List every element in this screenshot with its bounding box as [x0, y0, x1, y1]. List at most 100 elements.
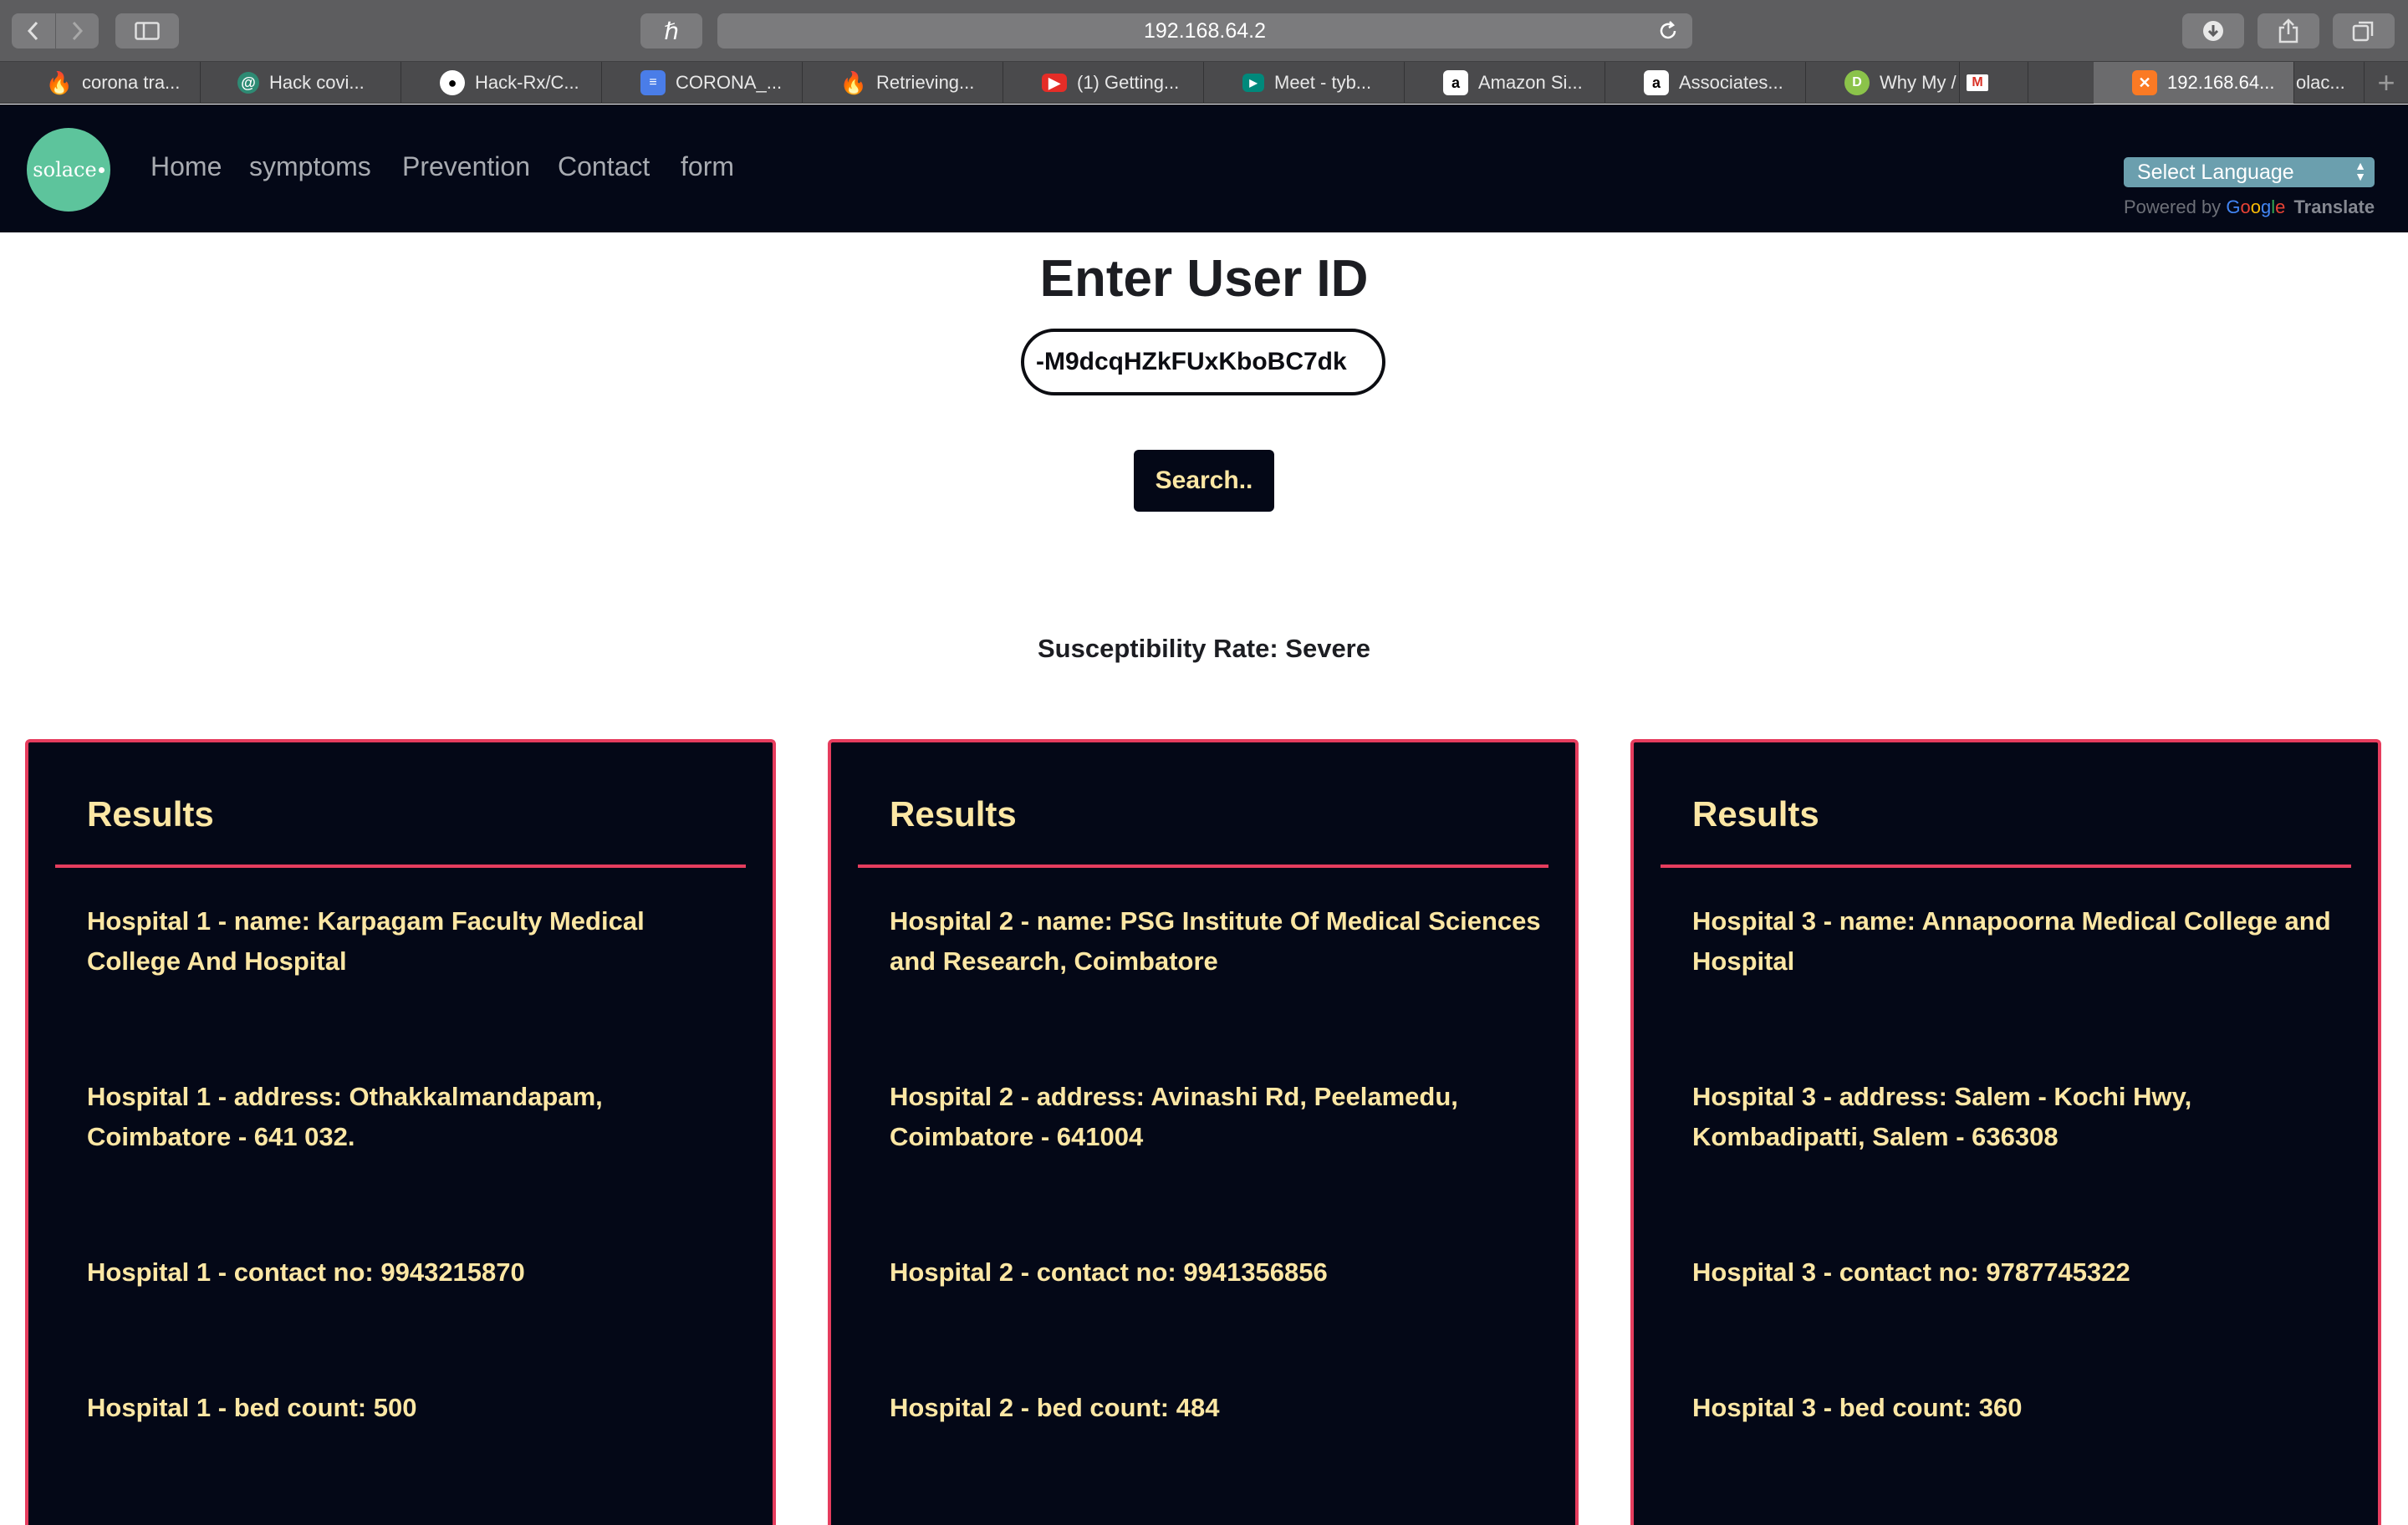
hospital-address: Hospital 3 - address: Salem - Kochi Hwy,… [1692, 1082, 2192, 1151]
new-tab-button[interactable]: + [2365, 62, 2408, 104]
browser-tab[interactable]: D Why My / [1806, 62, 1960, 104]
tab-label: Hack-Rx/C... [475, 72, 579, 93]
tab-label: CORONA_... [676, 72, 783, 93]
browser-tab[interactable]: ▶ Meet - tyb... [1204, 62, 1405, 104]
browser-tab[interactable]: 🔥 corona tra... [30, 62, 201, 104]
result-card: Results Hospital 2 - name: PSG Institute… [828, 739, 1579, 1525]
hospital-contact: Hospital 1 - contact no: 9943215870 [87, 1257, 525, 1287]
card-title: Results [890, 794, 1017, 834]
browser-tab[interactable]: a Amazon Si... [1405, 62, 1605, 104]
tab-overview-button[interactable] [2333, 13, 2395, 48]
address-bar[interactable]: 192.168.64.2 [717, 13, 1692, 48]
nav-link-symptoms[interactable]: symptoms [249, 151, 371, 182]
forward-button[interactable] [54, 13, 99, 48]
browser-tab[interactable]: M [1960, 62, 2028, 104]
firebase-icon: 🔥 [45, 69, 74, 95]
logo-dot [98, 166, 105, 173]
extension-button[interactable]: ℏ [640, 13, 702, 48]
user-id-input[interactable] [1021, 329, 1385, 395]
devpost-icon: @ [237, 72, 259, 94]
chevron-right-icon [73, 21, 84, 41]
card-title: Results [87, 794, 214, 834]
github-icon: ● [440, 70, 465, 95]
hand-icon: ℏ [664, 18, 679, 44]
browser-tab[interactable]: ▶ (1) Getting... [1003, 62, 1204, 104]
d-icon: D [1844, 70, 1870, 95]
browser-tab[interactable]: ● Hack-Rx/C... [401, 62, 602, 104]
tab-label: Meet - tyb... [1274, 72, 1372, 93]
browser-tab[interactable]: 🔥 Retrieving... [803, 62, 1003, 104]
google-logo: Google [2226, 196, 2286, 217]
downloads-button[interactable] [2182, 13, 2244, 48]
search-button[interactable]: Search.. [1134, 450, 1274, 512]
browser-tab-active[interactable]: ✕ 192.168.64... [2094, 62, 2294, 104]
share-icon [2278, 18, 2298, 43]
browser-toolbar: ℏ 192.168.64.2 [0, 0, 2408, 62]
powered-by-google-translate: Powered by Google Translate [2124, 196, 2375, 218]
site-navbar: solace Home symptoms Prevention Contact … [0, 105, 2408, 232]
nav-link-form[interactable]: form [681, 151, 734, 182]
tab-label: (1) Getting... [1077, 72, 1180, 93]
tab-label: Associates... [1679, 72, 1783, 93]
powered-by-text: Powered by [2124, 196, 2222, 217]
hospital-address: Hospital 2 - address: Avinashi Rd, Peela… [890, 1082, 1458, 1151]
sidebar-toggle-button[interactable] [115, 13, 179, 48]
browser-tab[interactable]: ≡ CORONA_... [602, 62, 803, 104]
card-divider [55, 865, 746, 868]
susceptibility-rate: Susceptibility Rate: Severe [1038, 634, 1370, 663]
card-divider [1661, 865, 2351, 868]
sidebar-icon [135, 22, 160, 40]
plus-icon: + [2377, 65, 2395, 99]
tab-label: Why My / [1880, 72, 1956, 93]
tab-label: corona tra... [82, 72, 181, 93]
youtube-icon: ▶ [1042, 74, 1067, 92]
google-docs-icon: ≡ [640, 70, 666, 95]
amazon-icon: a [1644, 70, 1669, 95]
hospital-contact: Hospital 3 - contact no: 9787745322 [1692, 1257, 2130, 1287]
hospital-bed-count: Hospital 1 - bed count: 500 [87, 1393, 417, 1422]
card-title: Results [1692, 794, 1819, 834]
tab-label: 192.168.64... [2167, 72, 2275, 93]
logo-text: solace [33, 158, 97, 181]
hospital-name: Hospital 3 - name: Annapoorna Medical Co… [1692, 906, 2331, 976]
hospital-name: Hospital 2 - name: PSG Institute Of Medi… [890, 906, 1541, 976]
tab-strip: 🔥 corona tra... @ Hack covi... ● Hack-Rx… [0, 62, 2408, 104]
gmail-icon: M [1967, 74, 1988, 91]
hospital-bed-count: Hospital 3 - bed count: 360 [1692, 1393, 2023, 1422]
nav-link-contact[interactable]: Contact [558, 151, 650, 182]
hospital-bed-count: Hospital 2 - bed count: 484 [890, 1393, 1220, 1422]
hospital-contact: Hospital 2 - contact no: 9941356856 [890, 1257, 1328, 1287]
language-select-label: Select Language [2137, 160, 2294, 184]
card-divider [858, 865, 1548, 868]
translate-link[interactable]: Translate [2293, 196, 2375, 217]
result-card: Results Hospital 3 - name: Annapoorna Me… [1630, 739, 2381, 1525]
nav-link-prevention[interactable]: Prevention [402, 151, 530, 182]
language-select[interactable]: Select Language ▲ ▼ [2124, 157, 2375, 187]
page-title: Enter User ID [1039, 250, 1369, 308]
xampp-icon: ✕ [2132, 70, 2157, 95]
reload-icon[interactable] [1657, 20, 1679, 42]
firebase-icon: 🔥 [839, 69, 868, 95]
google-meet-icon: ▶ [1242, 74, 1264, 92]
download-icon [2203, 21, 2223, 41]
tab-label: Hack covi... [269, 72, 365, 93]
tab-label: Amazon Si... [1478, 72, 1583, 93]
chevron-left-icon [27, 21, 38, 41]
browser-tab[interactable]: a Associates... [1605, 62, 1806, 104]
address-text: 192.168.64.2 [1144, 18, 1266, 43]
hospital-address: Hospital 1 - address: Othakkalmandapam, … [87, 1082, 603, 1151]
select-arrows-icon: ▲ ▼ [2354, 159, 2366, 183]
tabs-icon [2352, 21, 2374, 42]
result-card: Results Hospital 1 - name: Karpagam Facu… [25, 739, 776, 1525]
nav-link-home[interactable]: Home [150, 151, 222, 182]
history-nav-group [12, 13, 99, 48]
site-logo[interactable]: solace [27, 128, 110, 212]
share-button[interactable] [2258, 13, 2319, 48]
hospital-name: Hospital 1 - name: Karpagam Faculty Medi… [87, 906, 645, 976]
tab-label: olac... [2296, 72, 2345, 93]
amazon-icon: a [1443, 70, 1468, 95]
browser-tab[interactable]: @ Hack covi... [201, 62, 401, 104]
tab-label: Retrieving... [876, 72, 975, 93]
back-button[interactable] [12, 13, 55, 48]
browser-tab[interactable]: olac... [2294, 62, 2365, 104]
